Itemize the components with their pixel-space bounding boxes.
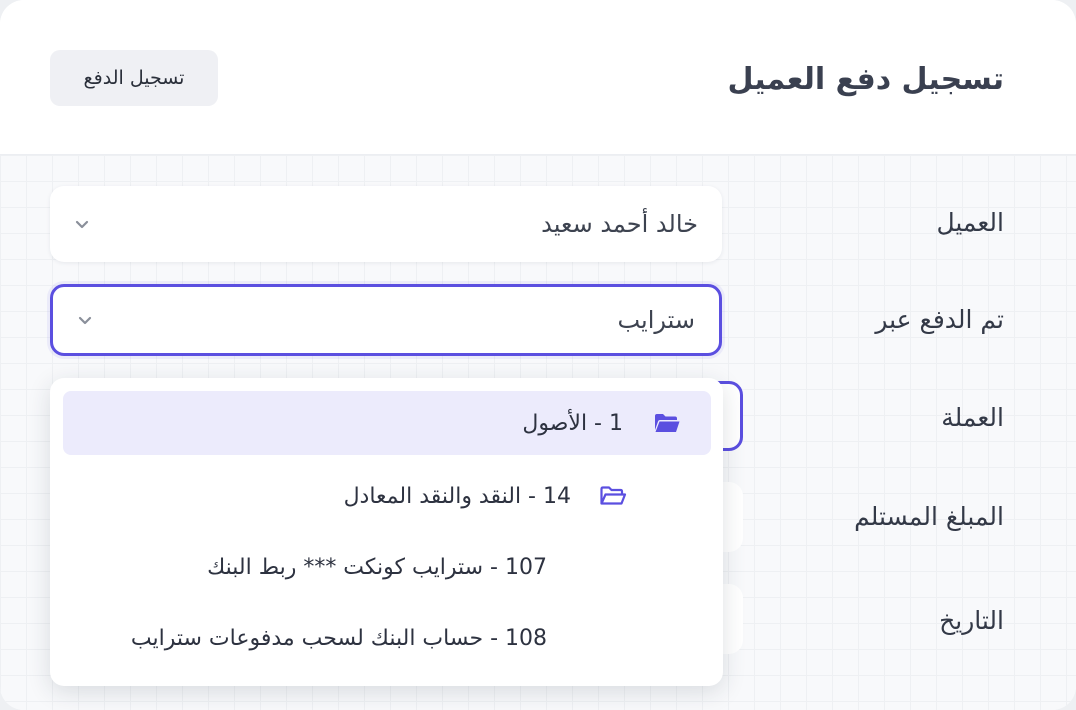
paid-via-label: تم الدفع عبر [875,305,1004,334]
paid-via-select[interactable]: سترايب [50,284,722,356]
dropdown-option-label: 107 - سترايب كونكت *** ربط البنك [207,554,547,580]
folder-open-icon [600,486,627,505]
date-label: التاريخ [939,606,1004,635]
dropdown-option-stripe-connect[interactable]: 107 - سترايب كونكت *** ربط البنك [207,535,547,599]
folder-open-icon [655,414,680,432]
page-header: تسجيل دفع العميل تسجيل الدفع [0,0,1076,155]
chevron-down-icon [75,220,89,229]
customer-label: العميل [936,208,1004,237]
customer-select-value: خالد أحمد سعيد [541,210,698,238]
currency-label: العملة [941,403,1004,432]
dropdown-option-label: 108 - حساب البنك لسحب مدفوعات سترايب [130,625,547,651]
amount-received-label: المبلغ المستلم [854,502,1004,531]
paid-via-dropdown: 1 - الأصول 14 - النقد والنقد المعادل 107… [50,378,723,686]
dropdown-option-stripe-bank[interactable]: 108 - حساب البنك لسحب مدفوعات سترايب [131,606,547,670]
dropdown-option-cash[interactable]: 14 - النقد والنقد المعادل [344,464,627,528]
payment-card: تسجيل دفع العميل تسجيل الدفع العميل تم ا… [0,0,1076,710]
dropdown-option-label: 1 - الأصول [522,410,623,436]
customer-select[interactable]: خالد أحمد سعيد [50,186,722,262]
paid-via-select-value: سترايب [617,306,695,334]
record-payment-button[interactable]: تسجيل الدفع [50,50,218,106]
dropdown-option-assets[interactable]: 1 - الأصول [63,391,711,455]
page-title: تسجيل دفع العميل [727,62,1004,97]
chevron-down-icon [78,316,92,325]
dropdown-option-label: 14 - النقد والنقد المعادل [343,483,571,509]
